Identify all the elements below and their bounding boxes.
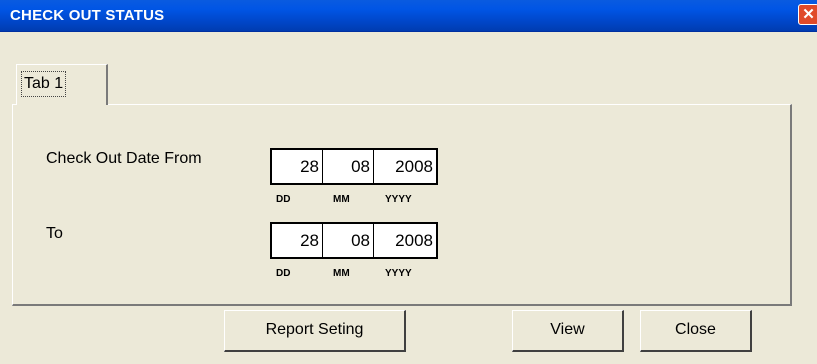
to-month-input[interactable]: 08 xyxy=(323,224,373,257)
from-month-input[interactable]: 08 xyxy=(323,150,373,183)
close-button[interactable]: Close xyxy=(640,310,752,352)
to-year-input[interactable]: 2008 xyxy=(374,224,436,257)
to-day-input[interactable]: 28 xyxy=(272,224,322,257)
from-day-input[interactable]: 28 xyxy=(272,150,322,183)
to-mm-caption: MM xyxy=(333,268,350,279)
from-date-field[interactable]: 28 08 2008 xyxy=(270,148,438,185)
report-setting-button[interactable]: Report Seting xyxy=(224,310,406,352)
to-date-label: To xyxy=(46,225,63,242)
close-window-button[interactable]: ✕ xyxy=(798,4,817,25)
from-date-label: Check Out Date From xyxy=(46,150,202,167)
to-date-field[interactable]: 28 08 2008 xyxy=(270,222,438,259)
to-yyyy-caption: YYYY xyxy=(385,268,412,279)
tab-1[interactable]: Tab 1 xyxy=(16,64,108,105)
title-bar[interactable]: CHECK OUT STATUS ✕ xyxy=(0,0,817,32)
check-out-status-window: CHECK OUT STATUS ✕ Tab 1 Check Out Date … xyxy=(0,0,817,364)
from-year-input[interactable]: 2008 xyxy=(374,150,436,183)
from-yyyy-caption: YYYY xyxy=(385,194,412,205)
close-icon: ✕ xyxy=(802,6,815,23)
to-dd-caption: DD xyxy=(276,268,291,279)
from-dd-caption: DD xyxy=(276,194,291,205)
window-title: CHECK OUT STATUS xyxy=(10,7,165,24)
view-button[interactable]: View xyxy=(512,310,624,352)
tab-label: Tab 1 xyxy=(21,71,67,97)
from-mm-caption: MM xyxy=(333,194,350,205)
